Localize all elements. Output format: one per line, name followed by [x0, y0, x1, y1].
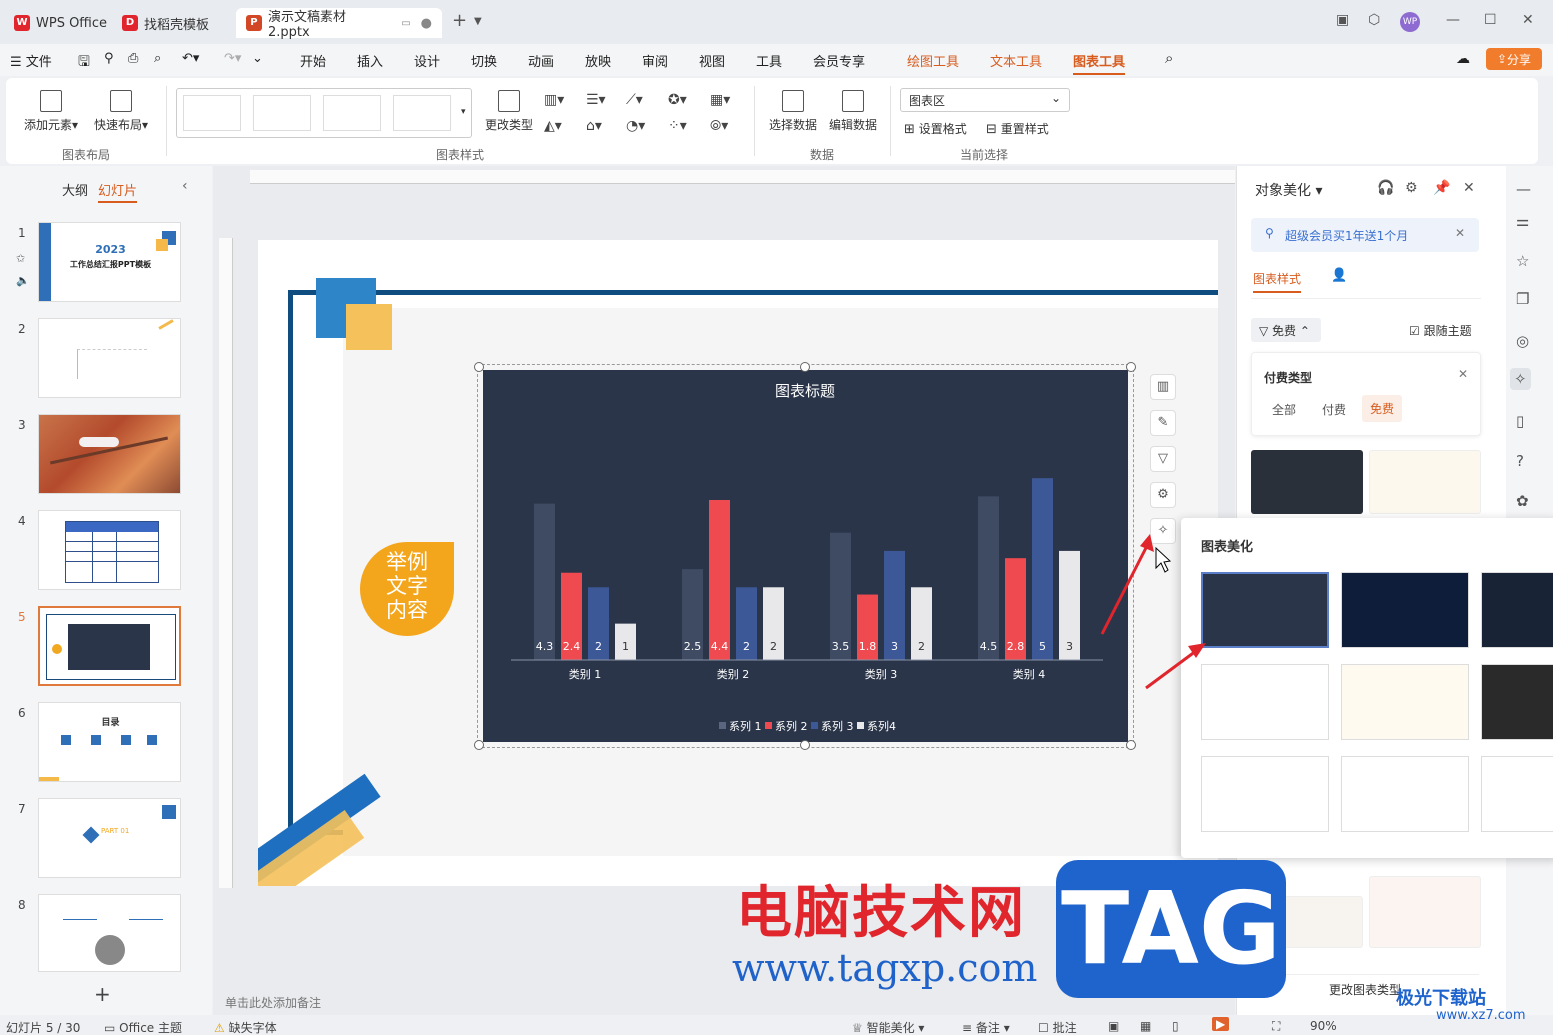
comments-label: 批注 [1052, 1021, 1077, 1035]
watermark-tag-logo: TAG [1056, 860, 1286, 998]
theme-indicator[interactable]: ▭ Office 主题 [104, 1019, 182, 1035]
warning-icon: ⚠ [214, 1021, 225, 1035]
watermark-corner: 极光下载站 [1396, 988, 1486, 1009]
status-bar: 幻灯片 5 / 30 ▭ Office 主题 ⚠ 缺失字体 ♕ 智能美化 ▾ ≡… [0, 1015, 1553, 1035]
mouse-cursor-icon [1155, 546, 1172, 573]
watermark-corner-url: www.xz7.com [1436, 1008, 1526, 1023]
notes-label: 备注 [975, 1021, 1000, 1035]
play-icon[interactable]: ▶ [1212, 1017, 1230, 1031]
reading-view-icon[interactable]: ▯ [1172, 1019, 1179, 1033]
missing-font-indicator[interactable]: ⚠ 缺失字体 [214, 1019, 277, 1035]
grid-view-icon[interactable]: ▦ [1140, 1019, 1151, 1033]
red-arrow [1100, 539, 1152, 635]
comments-button[interactable]: ☐ 批注 [1038, 1019, 1077, 1035]
watermark-site-text: 电脑技术网 [736, 881, 1026, 946]
normal-view-icon[interactable]: ▣ [1108, 1019, 1119, 1033]
missing-font-label: 缺失字体 [228, 1021, 277, 1035]
fit-window-icon[interactable]: ⛶ [1272, 1019, 1280, 1034]
notes-button[interactable]: ≡ 备注 ▾ [962, 1019, 1010, 1035]
smart-beautify-button[interactable]: ♕ 智能美化 ▾ [852, 1019, 924, 1035]
red-arrow [1145, 646, 1201, 690]
slide-counter: 幻灯片 5 / 30 [6, 1021, 81, 1035]
arrow-head [1140, 534, 1154, 552]
smart-label: 智能美化 [866, 1021, 915, 1035]
watermark-url: www.tagxp.com [732, 946, 1038, 990]
zoom-level[interactable]: 90% [1310, 1019, 1337, 1033]
theme-label: Office 主题 [119, 1021, 182, 1035]
